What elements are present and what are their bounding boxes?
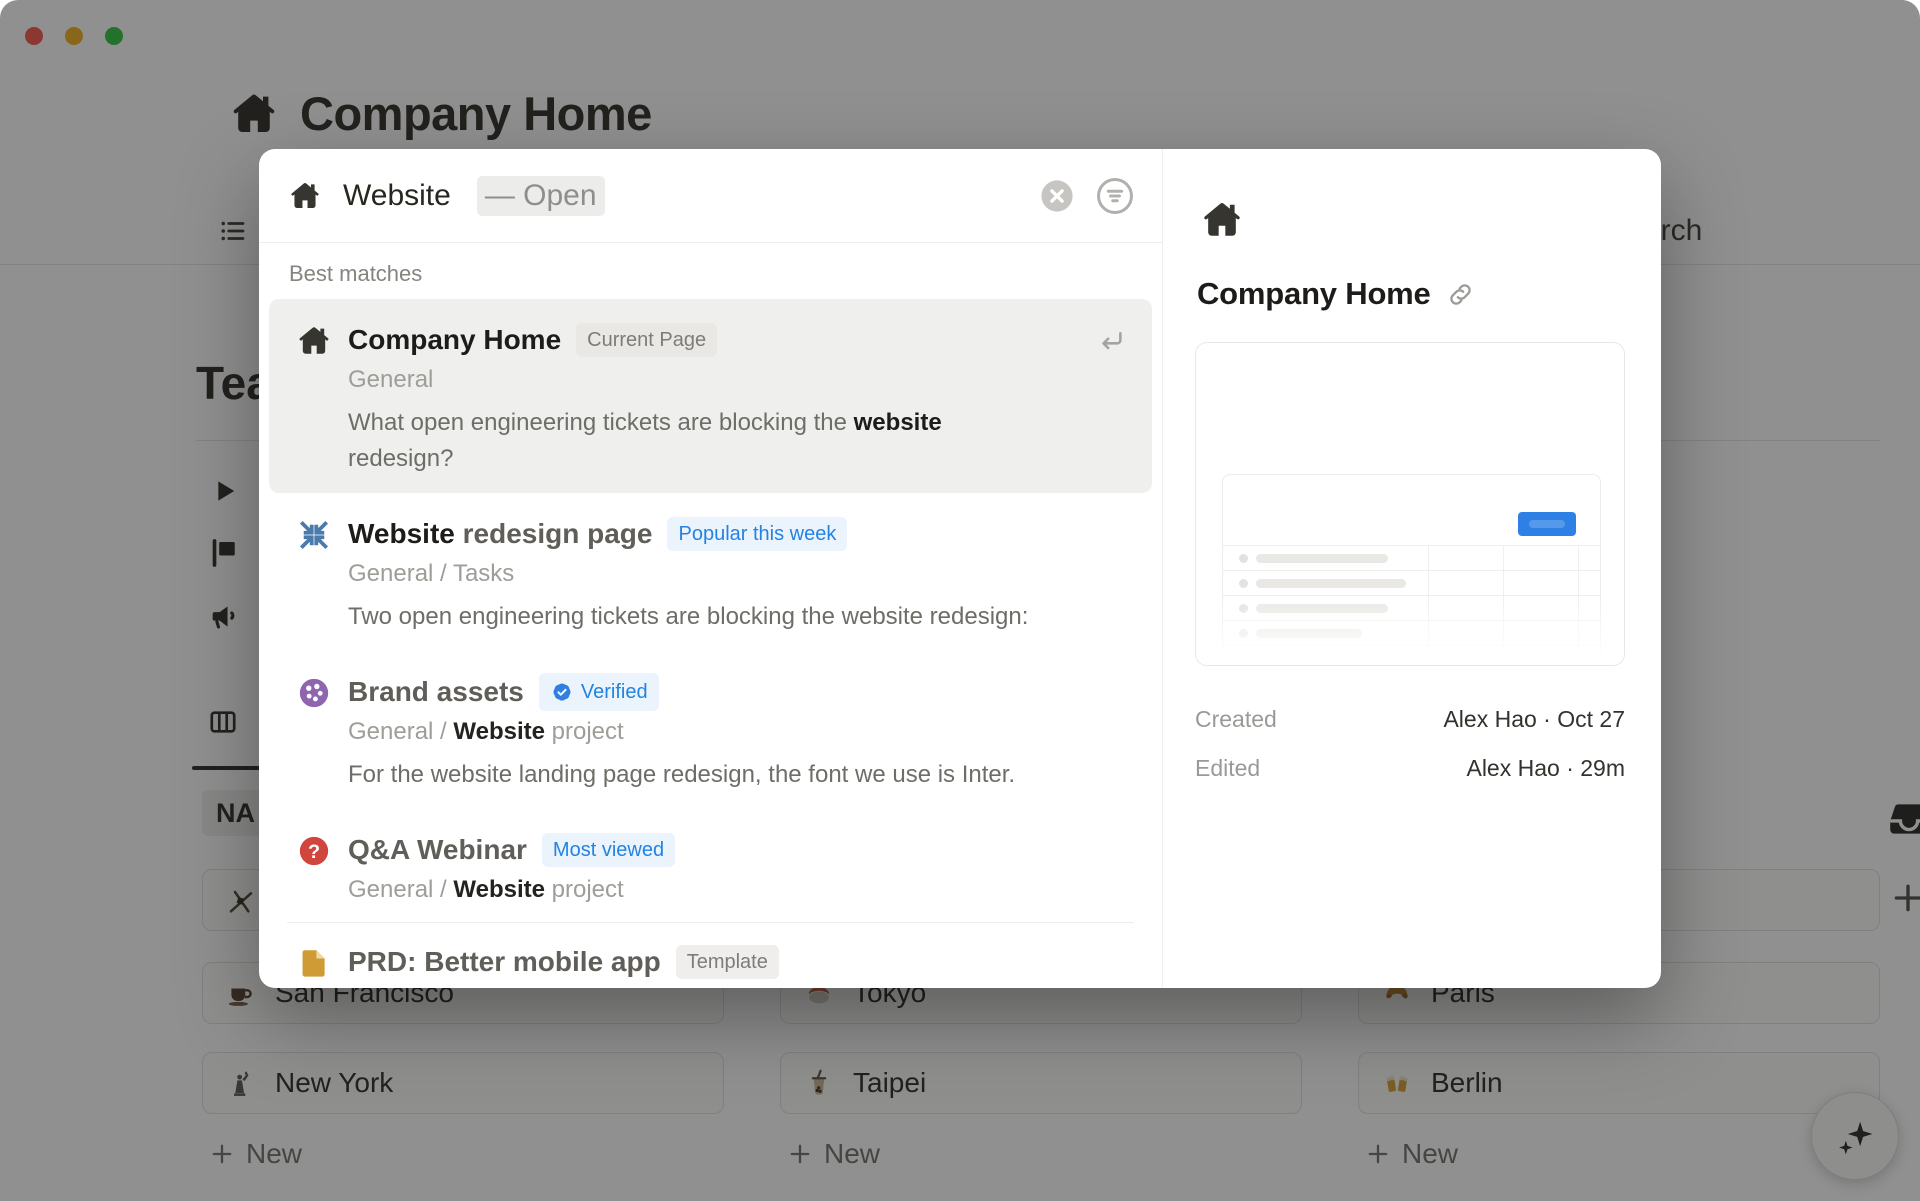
search-modal: Website — Open Best matches Company Home… [259,149,1661,988]
document-icon [297,946,331,980]
clear-search-button[interactable] [1040,179,1074,213]
page-preview-thumbnail[interactable] [1195,342,1625,666]
edited-value: Alex Hao · 29m [1466,755,1625,781]
most-viewed-badge: Most viewed [541,833,676,867]
template-badge: Template [675,945,779,979]
search-autocomplete-suggestion[interactable]: — Open [476,175,605,216]
preview-page-title: Company Home [1197,276,1431,311]
result-title: Brand assets [348,676,524,707]
result-snippet: What open engineering tickets are blocki… [348,409,942,472]
result-snippet: Two open engineering tickets are blockin… [348,603,1029,630]
result-brand-assets[interactable]: Brand assets Verified General / Website … [269,651,1152,809]
created-row: Created Alex Hao · Oct 27 [1195,706,1625,733]
created-value: Alex Hao · Oct 27 [1443,706,1625,732]
preview-blue-button [1518,512,1576,536]
result-body: Website redesign page Popular this week … [348,515,1028,635]
preview-fade [1196,595,1624,665]
result-website-redesign-page[interactable]: Website redesign page Popular this week … [269,493,1152,651]
search-query-text[interactable]: Website [343,179,451,213]
result-breadcrumb: General / Website project [348,986,779,988]
results-list: Best matches Company Home Current Page G… [259,243,1162,988]
filter-button[interactable] [1096,177,1134,215]
search-input-row[interactable]: Website — Open [259,149,1162,243]
search-results-pane: Website — Open Best matches Company Home… [259,149,1162,988]
result-body: PRD: Better mobile app Template General … [348,943,779,988]
house-icon [1201,199,1243,241]
page-preview-pane: Company Home Created Alex Hao · Oct 27 E… [1162,149,1661,988]
result-body: Company Home Current Page General What o… [348,321,1038,477]
popular-badge: Popular this week [667,517,848,551]
edited-row: Edited Alex Hao · 29m [1195,755,1625,782]
link-icon[interactable] [1447,281,1474,308]
result-qa-webinar[interactable]: Q&A Webinar Most viewed General / Websit… [269,809,1152,916]
edited-label: Edited [1195,755,1261,781]
verified-badge: Verified [538,673,659,711]
result-breadcrumb: General [348,366,434,393]
verified-seal-icon [550,680,574,704]
result-breadcrumb: General / Website project [348,876,624,903]
result-title: Company Home [348,324,562,355]
current-page-badge: Current Page [576,323,718,357]
results-section-label: Best matches [289,261,423,286]
house-icon [297,324,331,358]
result-body: Brand assets Verified General / Website … [348,673,1015,793]
result-breadcrumb: General / Tasks [348,560,515,587]
result-company-home[interactable]: Company Home Current Page General What o… [269,299,1152,493]
app-window: Company Home H arch Tea NA San Francisco [0,0,1920,1201]
collapse-arrows-icon [297,518,331,552]
result-body: Q&A Webinar Most viewed General / Websit… [348,831,676,906]
question-mark-icon [297,834,331,868]
result-breadcrumb: General / Website project [348,718,624,745]
house-icon [289,180,321,212]
result-snippet: For the website landing page redesign, t… [348,761,1016,788]
created-label: Created [1195,706,1277,732]
result-title: Q&A Webinar [348,834,527,865]
results-divider [287,922,1134,923]
preview-metadata: Created Alex Hao · Oct 27 Edited Alex Ha… [1195,706,1625,782]
result-prd-better-mobile-app[interactable]: PRD: Better mobile app Template General … [269,929,1152,988]
palette-icon [297,676,331,710]
result-title-rest: redesign page [454,518,653,549]
enter-key-icon [1096,327,1126,357]
result-title: PRD: Better mobile app [348,946,661,977]
result-title-match: Website [348,518,455,549]
